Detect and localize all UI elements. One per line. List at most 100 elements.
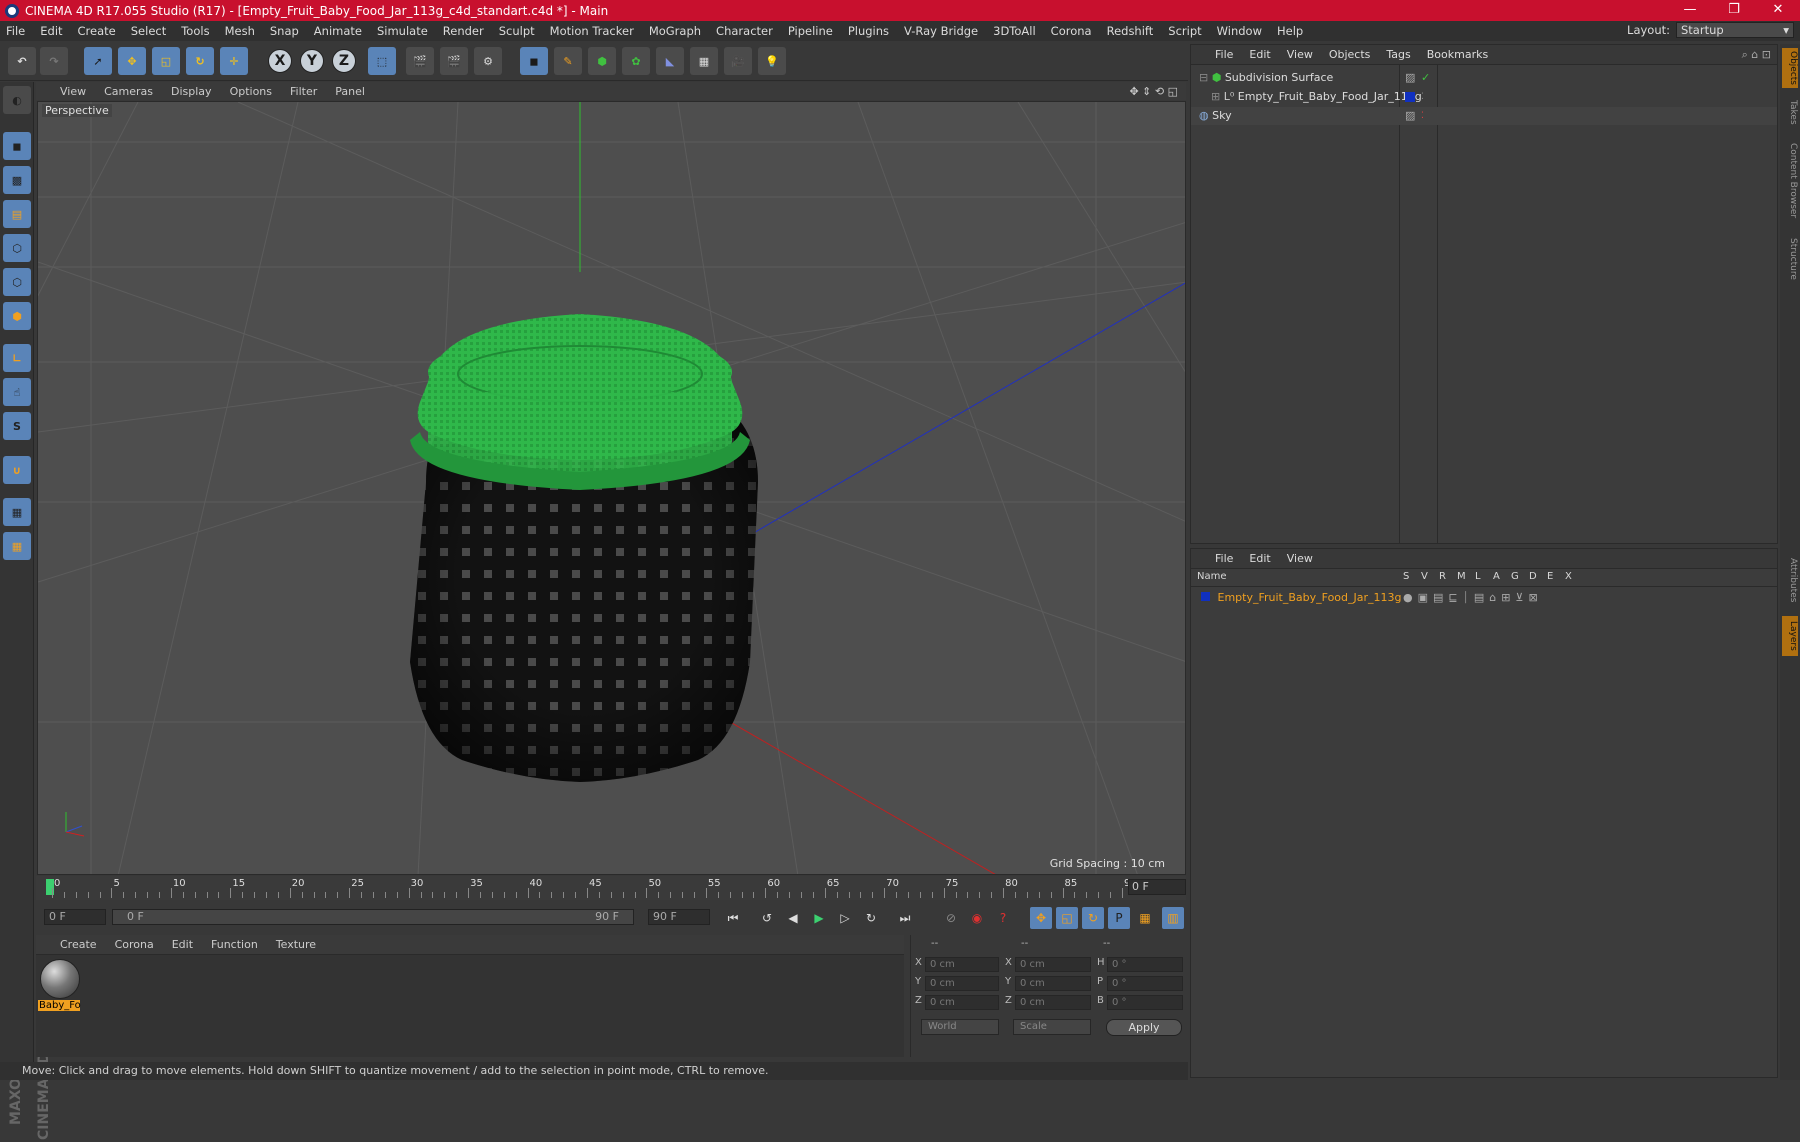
- axis-mode-icon[interactable]: ∟: [3, 344, 31, 372]
- previous-frame-icon[interactable]: ◀: [782, 907, 804, 929]
- viewport-menu-view[interactable]: View: [60, 85, 86, 98]
- tweak-mode-icon[interactable]: ☝: [3, 378, 31, 406]
- key-pla-icon[interactable]: ▦: [1134, 907, 1156, 929]
- y-axis-lock-icon[interactable]: Y: [300, 49, 324, 73]
- workplane-mode-icon[interactable]: ▤: [3, 200, 31, 228]
- size-x-field[interactable]: 0 cm: [1015, 957, 1091, 972]
- material-preview-swatch[interactable]: [40, 959, 80, 999]
- render-picture-viewer-icon[interactable]: 🎬: [440, 47, 468, 75]
- snap-magnet-icon[interactable]: ∪: [3, 456, 31, 484]
- keyframe-help-icon[interactable]: ?: [992, 907, 1014, 929]
- key-parameter-icon[interactable]: P: [1108, 907, 1130, 929]
- object-name[interactable]: Empty_Fruit_Baby_Food_Jar_113g: [1238, 90, 1422, 103]
- next-frame-icon[interactable]: ▷: [834, 907, 856, 929]
- menu-file[interactable]: File: [6, 24, 25, 38]
- scale-tool-icon[interactable]: ◱: [152, 47, 180, 75]
- menu-tools[interactable]: Tools: [181, 24, 209, 38]
- viewport-menu-options[interactable]: Options: [230, 85, 272, 98]
- polygons-mode-icon[interactable]: ⬢: [3, 302, 31, 330]
- menu-mesh[interactable]: Mesh: [225, 24, 255, 38]
- size-y-field[interactable]: 0 cm: [1015, 976, 1091, 991]
- move-tool-icon[interactable]: ✥: [118, 47, 146, 75]
- solo-mode-icon[interactable]: S: [3, 412, 31, 440]
- size-z-field[interactable]: 0 cm: [1015, 995, 1091, 1010]
- perspective-viewport[interactable]: Perspective Grid Spacing : 10 cm: [37, 101, 1186, 875]
- points-mode-icon[interactable]: ⬡: [3, 234, 31, 262]
- viewport-camera-label[interactable]: Perspective: [42, 104, 112, 117]
- tab-layers[interactable]: Layers: [1782, 616, 1798, 656]
- menu-plugins[interactable]: Plugins: [848, 24, 889, 38]
- start-frame-field[interactable]: 0 F: [44, 909, 106, 925]
- object-menu-tags[interactable]: Tags: [1386, 48, 1410, 61]
- layout-dropdown[interactable]: Startup ▾: [1676, 22, 1794, 38]
- viewport-nav-icons[interactable]: ✥ ⇕ ⟲ ◱: [1129, 85, 1178, 98]
- apply-button[interactable]: Apply: [1106, 1019, 1182, 1036]
- key-position-icon[interactable]: ✥: [1030, 907, 1052, 929]
- layer-toggle-icons[interactable]: ●▣▤⊑⏐▤⌂⊞⊻⊠: [1403, 589, 1543, 607]
- key-scale-icon[interactable]: ◱: [1056, 907, 1078, 929]
- tab-attributes[interactable]: Attributes: [1782, 550, 1798, 610]
- layer-menu-file[interactable]: File: [1215, 552, 1233, 565]
- object-menu-objects[interactable]: Objects: [1329, 48, 1371, 61]
- minimize-button[interactable]: —: [1668, 0, 1712, 21]
- object-row[interactable]: ⊟ ⬢ Subdivision Surface ▨ ✓: [1191, 69, 1777, 87]
- menu-motion-tracker[interactable]: Motion Tracker: [550, 24, 634, 38]
- expand-icon[interactable]: ⊞: [1211, 90, 1220, 103]
- pos-y-field[interactable]: 0 cm: [925, 976, 999, 991]
- tab-objects[interactable]: Objects: [1782, 48, 1798, 88]
- planar-workplane-icon[interactable]: ▦: [3, 532, 31, 560]
- next-key-icon[interactable]: ↻: [860, 907, 882, 929]
- rot-h-field[interactable]: 0 °: [1107, 957, 1183, 972]
- tab-structure[interactable]: Structure: [1782, 232, 1798, 286]
- subdivision-surface-icon[interactable]: ⬢: [588, 47, 616, 75]
- edges-mode-icon[interactable]: ⬡: [3, 268, 31, 296]
- undo-icon[interactable]: ↶: [8, 47, 36, 75]
- live-selection-icon[interactable]: ✛: [220, 47, 248, 75]
- enabled-check-icon[interactable]: ✓: [1421, 69, 1430, 87]
- model-mode-icon[interactable]: ◼: [3, 132, 31, 160]
- go-to-end-icon[interactable]: ⏭: [894, 907, 916, 929]
- cube-primitive-icon[interactable]: ◼: [520, 47, 548, 75]
- menu-simulate[interactable]: Simulate: [377, 24, 428, 38]
- render-view-icon[interactable]: 🎬: [406, 47, 434, 75]
- menu-vray-bridge[interactable]: V-Ray Bridge: [904, 24, 978, 38]
- deformer-icon[interactable]: ◣: [656, 47, 684, 75]
- menu-script[interactable]: Script: [1168, 24, 1201, 38]
- timeline-ruler[interactable]: 051015202530354045505560657075808590 0 F: [36, 876, 1186, 900]
- menu-mograph[interactable]: MoGraph: [649, 24, 701, 38]
- spline-pen-icon[interactable]: ✎: [554, 47, 582, 75]
- go-to-start-icon[interactable]: ⏮: [722, 907, 744, 929]
- menu-redshift[interactable]: Redshift: [1107, 24, 1154, 38]
- x-axis-lock-icon[interactable]: X: [268, 49, 292, 73]
- layer-menu-view[interactable]: View: [1287, 552, 1313, 565]
- menu-edit[interactable]: Edit: [40, 24, 62, 38]
- material-menu-function[interactable]: Function: [211, 938, 258, 951]
- menu-character[interactable]: Character: [716, 24, 773, 38]
- rot-b-field[interactable]: 0 °: [1107, 995, 1183, 1010]
- edit-toggle-icon[interactable]: ▨: [1405, 69, 1415, 87]
- menu-snap[interactable]: Snap: [270, 24, 299, 38]
- range-slider[interactable]: 0 F 90 F: [112, 909, 634, 925]
- layer-color-swatch[interactable]: [1405, 92, 1415, 102]
- material-menu-create[interactable]: Create: [60, 938, 97, 951]
- menu-help[interactable]: Help: [1277, 24, 1303, 38]
- close-button[interactable]: ✕: [1756, 0, 1800, 21]
- coordinate-space-dropdown[interactable]: World: [921, 1019, 999, 1035]
- material-menu-edit[interactable]: Edit: [172, 938, 193, 951]
- menu-window[interactable]: Window: [1217, 24, 1262, 38]
- menu-animate[interactable]: Animate: [314, 24, 362, 38]
- z-axis-lock-icon[interactable]: Z: [332, 49, 356, 73]
- object-name[interactable]: Sky: [1212, 109, 1231, 122]
- layer-color-swatch[interactable]: [1201, 592, 1210, 601]
- tab-content-browser[interactable]: Content Browser: [1782, 136, 1798, 226]
- object-row[interactable]: ⊞ L⁰ Empty_Fruit_Baby_Food_Jar_113g ⁚: [1191, 88, 1777, 106]
- object-row[interactable]: ◍ Sky ▨ ⁚: [1191, 107, 1777, 125]
- object-menu-edit[interactable]: Edit: [1249, 48, 1270, 61]
- viewport-menu-panel[interactable]: Panel: [335, 85, 365, 98]
- previous-key-icon[interactable]: ↺: [756, 907, 778, 929]
- current-frame-field[interactable]: 0 F: [1128, 879, 1186, 895]
- key-rotation-icon[interactable]: ↻: [1082, 907, 1104, 929]
- camera-icon[interactable]: 🎥: [724, 47, 752, 75]
- menu-corona[interactable]: Corona: [1051, 24, 1092, 38]
- light-icon[interactable]: 💡: [758, 47, 786, 75]
